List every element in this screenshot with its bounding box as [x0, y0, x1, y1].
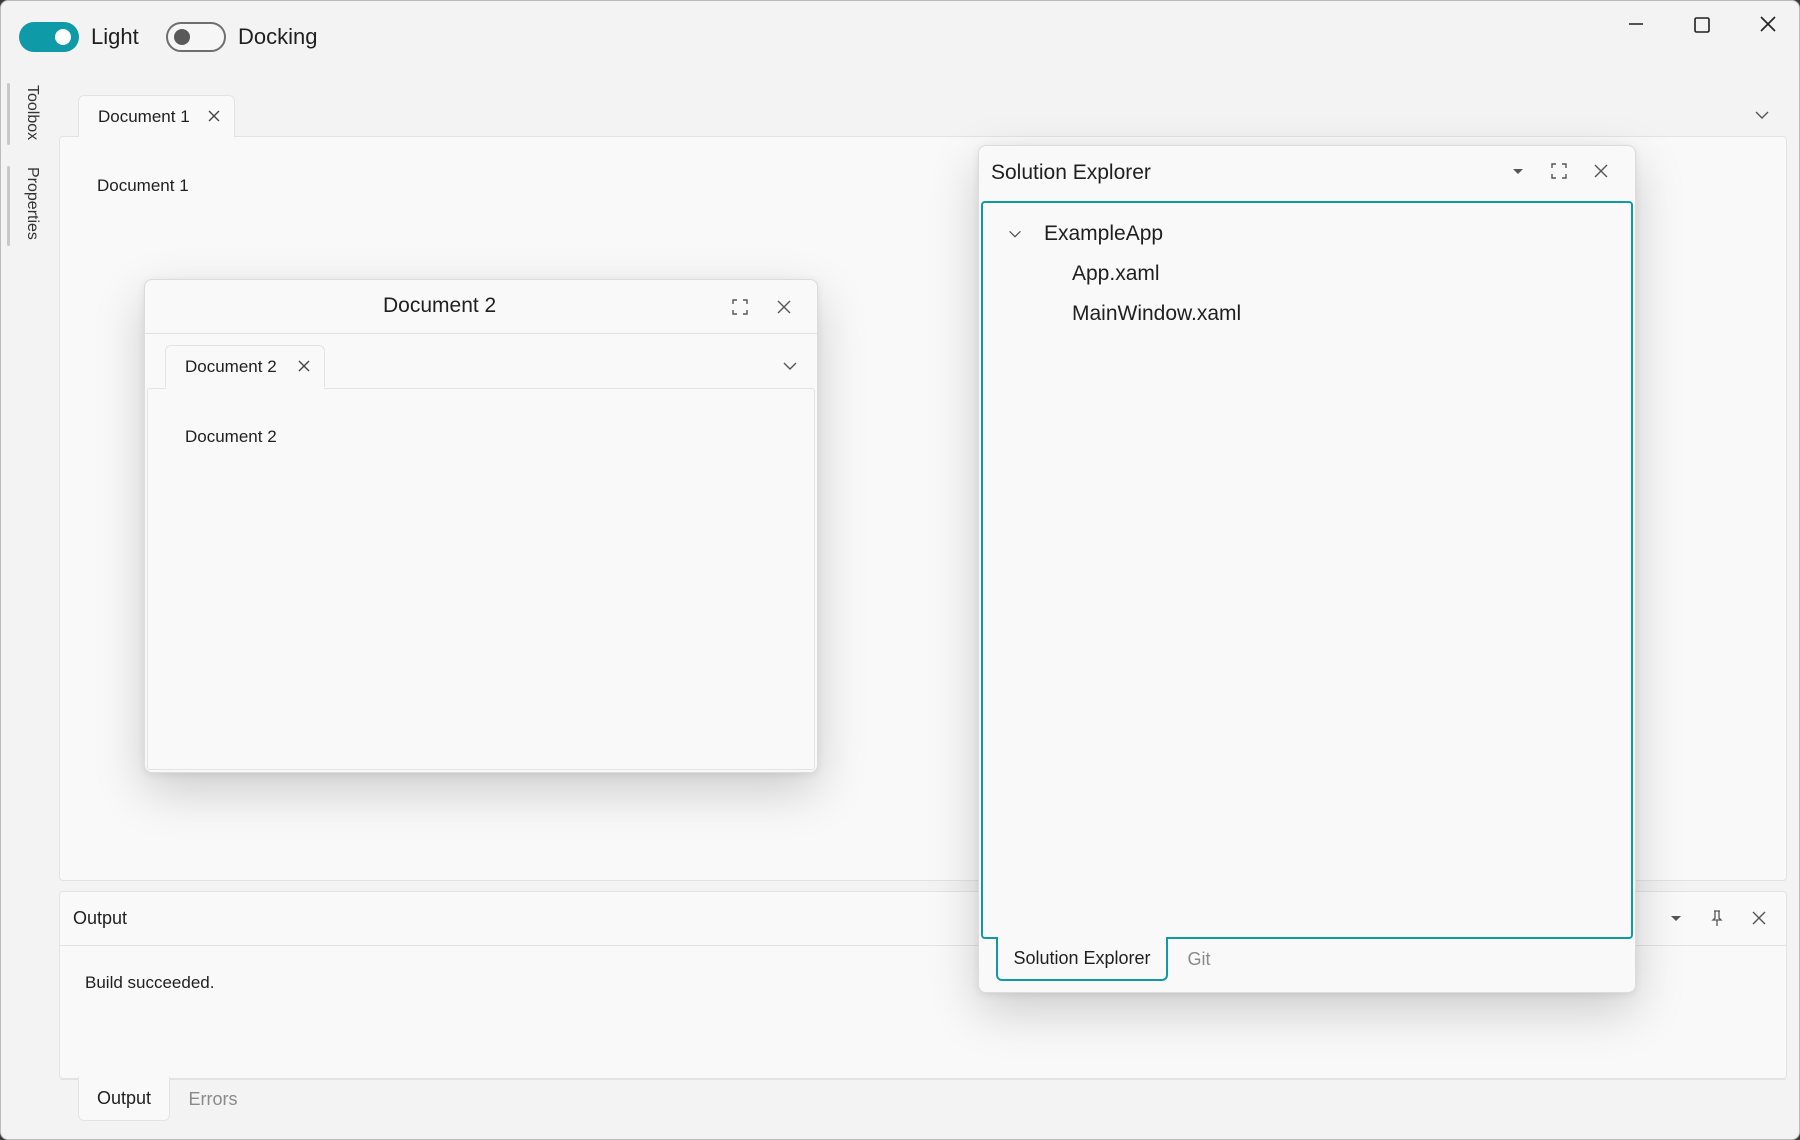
close-tab-icon[interactable] — [296, 358, 312, 374]
tab-output[interactable]: Output — [78, 1077, 170, 1121]
expand-icon — [732, 299, 748, 315]
expand-button[interactable] — [729, 296, 751, 318]
tab-document-2-label: Document 2 — [185, 356, 277, 376]
tab-errors-label: Errors — [188, 1088, 238, 1109]
theme-toggle-knob — [55, 29, 71, 45]
output-message: Build succeeded. — [85, 973, 215, 992]
docking-toggle-label: Docking — [238, 24, 318, 49]
close-icon[interactable] — [1749, 908, 1769, 928]
expand-icon — [1551, 163, 1567, 179]
close-icon — [1594, 164, 1608, 178]
close-icon — [777, 300, 791, 314]
dropdown-icon[interactable] — [1508, 161, 1528, 181]
chevron-down-icon[interactable] — [1006, 225, 1024, 243]
theme-toggle-label: Light — [91, 24, 139, 49]
solution-explorer-title: Solution Explorer — [991, 161, 1151, 184]
docking-toggle[interactable] — [166, 22, 226, 52]
tab-git-label: Git — [1187, 948, 1211, 969]
pin-icon[interactable] — [1707, 908, 1727, 928]
tree-item-app-xaml[interactable]: App.xaml — [1072, 262, 1160, 286]
tab-git[interactable]: Git — [1171, 937, 1227, 981]
maximize-icon — [1694, 17, 1710, 33]
tab-errors[interactable]: Errors — [173, 1077, 253, 1121]
tab-solution-explorer-label: Solution Explorer — [1013, 947, 1151, 968]
sidebar-item-properties[interactable]: Properties — [19, 167, 45, 240]
close-floating-button[interactable] — [1590, 160, 1612, 182]
tab-document-1-label: Document 1 — [98, 106, 190, 126]
maximize-button[interactable] — [1680, 2, 1724, 46]
close-tab-icon[interactable] — [206, 108, 222, 124]
tab-document-2[interactable]: Document 2 — [165, 345, 325, 387]
close-floating-button[interactable] — [773, 296, 795, 318]
sidebar-active-indicator — [7, 83, 10, 145]
output-title: Output — [73, 908, 128, 928]
sidebar-indicator — [7, 166, 10, 246]
close-icon — [1760, 16, 1776, 32]
document-1-content: Document 1 — [97, 176, 189, 195]
sidebar-item-toolbox[interactable]: Toolbox — [19, 85, 45, 140]
theme-toggle[interactable] — [19, 22, 79, 52]
expand-button[interactable] — [1548, 160, 1570, 182]
minimize-icon — [1629, 23, 1643, 25]
tab-document-1[interactable]: Document 1 — [78, 95, 235, 137]
tree-item-root[interactable]: ExampleApp — [1044, 222, 1163, 246]
chevron-down-icon[interactable] — [780, 356, 800, 376]
tab-output-label: Output — [96, 1088, 152, 1108]
document-2-content: Document 2 — [185, 427, 277, 446]
tree-item-mainwindow-xaml[interactable]: MainWindow.xaml — [1072, 302, 1241, 326]
docking-toggle-knob — [174, 29, 190, 45]
floating-document-title: Document 2 — [383, 294, 497, 317]
app-window: Light Docking Toolbox Properties Documen… — [0, 0, 1800, 1140]
divider — [60, 1079, 1786, 1080]
dropdown-icon[interactable] — [1666, 908, 1686, 928]
divider — [145, 333, 817, 334]
tab-merge — [79, 135, 234, 138]
tab-solution-explorer[interactable]: Solution Explorer — [996, 937, 1168, 981]
close-window-button[interactable] — [1746, 2, 1790, 46]
tab-merge — [166, 386, 324, 389]
chevron-down-icon[interactable] — [1752, 105, 1772, 125]
minimize-button[interactable] — [1614, 2, 1658, 46]
